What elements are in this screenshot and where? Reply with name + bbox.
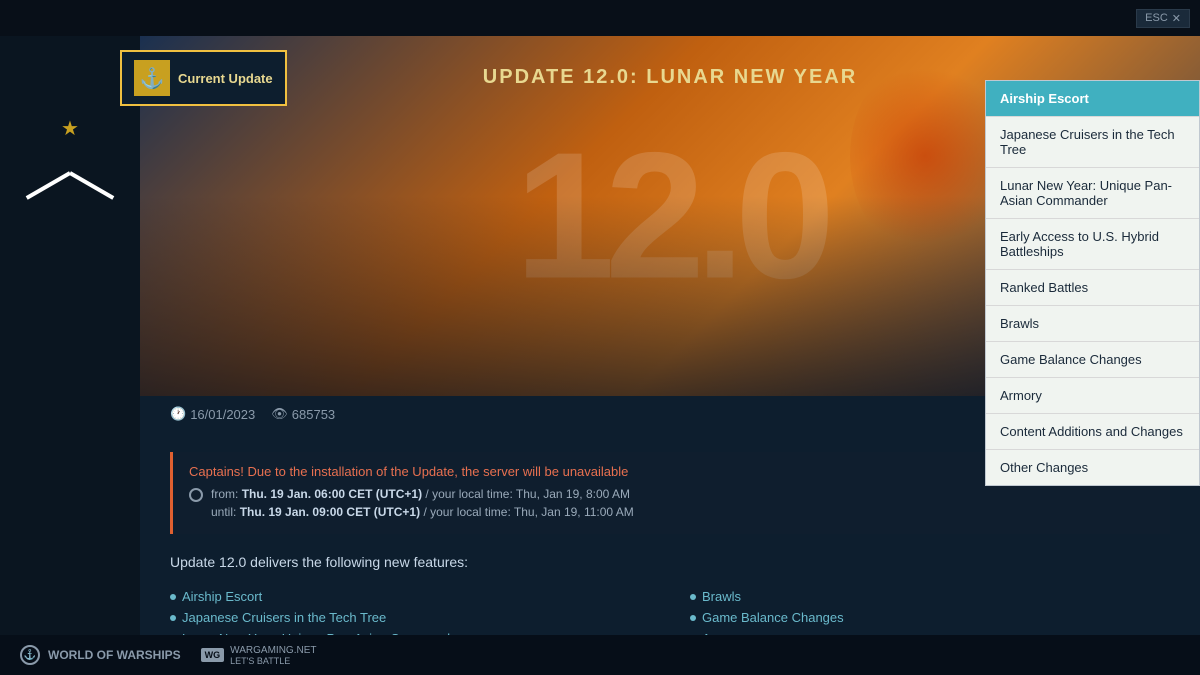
feature-item-brawls[interactable]: Brawls [690,586,1170,607]
panel-item-content[interactable]: Content Additions and Changes [986,414,1199,450]
bullet-icon [690,615,696,621]
panel-item-balance[interactable]: Game Balance Changes [986,342,1199,378]
wows-logo: ⚓ WORLD OF WARSHIPS [20,645,181,665]
star-icon: ★ [61,116,79,141]
features-grid: Airship Escort Japanese Cruisers in the … [170,586,1170,635]
esc-label: ESC [1145,12,1168,24]
panel-item-other[interactable]: Other Changes [986,450,1199,485]
wows-label: WORLD OF WARSHIPS [48,648,181,662]
until-time: Thu. 19 Jan. 09:00 CET (UTC+1) [240,505,420,519]
feature-item-balance[interactable]: Game Balance Changes [690,607,1170,628]
eye-icon: 👁 [271,406,288,422]
bullet-icon [690,594,696,600]
features-right-column: Brawls Game Balance Changes Armory Conte… [690,586,1170,635]
bullet-icon [170,615,176,621]
calendar-icon: 🕐 [170,406,186,422]
clock-icon [189,488,203,502]
bullet-icon [170,594,176,600]
panel-item-japanese-cruisers[interactable]: Japanese Cruisers in the Tech Tree [986,117,1199,168]
panel-item-us-hybrid[interactable]: Early Access to U.S. Hybrid Battleships [986,219,1199,270]
until-label: until: [211,505,236,519]
date-info: 🕐 16/01/2023 [170,406,255,422]
panel-item-lunar-commander[interactable]: Lunar New Year: Unique Pan-Asian Command… [986,168,1199,219]
from-time: Thu. 19 Jan. 06:00 CET (UTC+1) [242,487,422,501]
feature-item-pan-asian[interactable]: Lunar New Year: Unique Pan-Asian Command… [170,628,650,635]
right-panel-menu: Airship Escort Japanese Cruisers in the … [985,80,1200,486]
warning-from-row: from: Thu. 19 Jan. 06:00 CET (UTC+1) / y… [189,487,1154,502]
current-update-badge[interactable]: ⚓ Current Update [120,50,287,106]
warning-until-row: until: Thu. 19 Jan. 09:00 CET (UTC+1) / … [189,505,1154,519]
panel-item-brawls[interactable]: Brawls [986,306,1199,342]
feature-item-armory[interactable]: Armory [690,628,1170,635]
feature-item-japanese-cruisers[interactable]: Japanese Cruisers in the Tech Tree [170,607,650,628]
views-text: 685753 [292,407,335,422]
wg-badge: WG [201,648,225,662]
current-update-label: Current Update [178,71,273,86]
from-local: / your local time: Thu, Jan 19, 8:00 AM [425,487,630,501]
close-icon: ✕ [1172,12,1181,25]
left-sidebar: ★ [0,36,140,635]
esc-button[interactable]: ESC ✕ [1136,9,1190,28]
wg-logo: WG WARGAMING.NET LET'S BATTLE [201,645,317,666]
hero-title: UPDATE 12.0: LUNAR NEW YEAR [483,66,857,89]
chevron-up-icon [20,151,120,196]
panel-item-airship-escort[interactable]: Airship Escort [986,81,1199,117]
features-left-column: Airship Escort Japanese Cruisers in the … [170,586,650,635]
panel-item-armory[interactable]: Armory [986,378,1199,414]
wg-sub: LET'S BATTLE [230,656,316,666]
from-label: from: [211,487,238,501]
feature-item-airship-escort[interactable]: Airship Escort [170,586,650,607]
anchor-icon: ⚓ [134,60,170,96]
until-local: / your local time: Thu, Jan 19, 11:00 AM [423,505,633,519]
from-text: from: Thu. 19 Jan. 06:00 CET (UTC+1) / y… [211,487,630,501]
views-info: 👁 685753 [271,406,335,422]
top-bar: ESC ✕ [0,0,1200,36]
until-text: until: Thu. 19 Jan. 09:00 CET (UTC+1) / … [211,505,634,519]
panel-item-ranked[interactable]: Ranked Battles [986,270,1199,306]
wg-text: WARGAMING.NET LET'S BATTLE [230,645,316,666]
wg-label: WARGAMING.NET [230,645,316,656]
bottom-bar: ⚓ WORLD OF WARSHIPS WG WARGAMING.NET LET… [0,635,1200,675]
anchor-small-icon: ⚓ [20,645,40,665]
date-text: 16/01/2023 [190,407,255,422]
features-intro: Update 12.0 delivers the following new f… [170,554,1170,570]
